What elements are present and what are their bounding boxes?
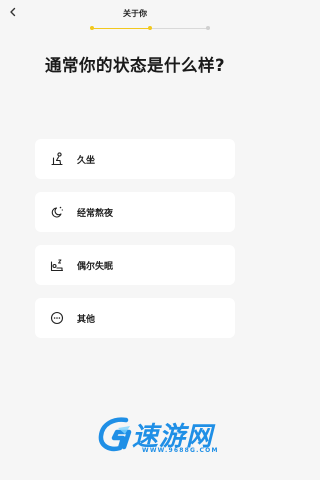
option-sedentary[interactable]: 久坐 (35, 139, 235, 179)
moon-stars-icon (50, 205, 64, 219)
progress-remaining-line (150, 27, 209, 29)
option-other[interactable]: 其他 (35, 298, 235, 338)
question-title: 通常你的状态是什么样? (44, 56, 226, 75)
option-occasional-insomnia[interactable]: 偶尔失眠 (35, 245, 235, 285)
brand-logo-icon (98, 417, 132, 452)
sitting-person-icon (50, 152, 64, 166)
sleeping-person-icon (50, 258, 64, 272)
about-you-screen: 关于你 通常你的状态是什么样? 久坐 经常熬夜 偶尔失眠 其他 速游网 WWW.… (0, 0, 270, 480)
option-label: 久坐 (77, 155, 96, 166)
progress-step-2 (148, 26, 152, 30)
watermark: 速游网 WWW.9688G.COM (96, 412, 256, 458)
option-label: 其他 (77, 314, 96, 325)
step-progress (90, 26, 210, 30)
watermark-url: WWW.9688G.COM (142, 447, 219, 454)
progress-completed-line (91, 27, 150, 29)
option-label: 经常熬夜 (77, 208, 114, 219)
header: 关于你 (0, 0, 270, 40)
ellipsis-circle-icon (50, 311, 64, 325)
option-label: 偶尔失眠 (77, 261, 114, 272)
option-stay-up-late[interactable]: 经常熬夜 (35, 192, 235, 232)
progress-step-3 (206, 26, 210, 30)
page-title: 关于你 (123, 9, 147, 18)
progress-step-1 (90, 26, 94, 30)
